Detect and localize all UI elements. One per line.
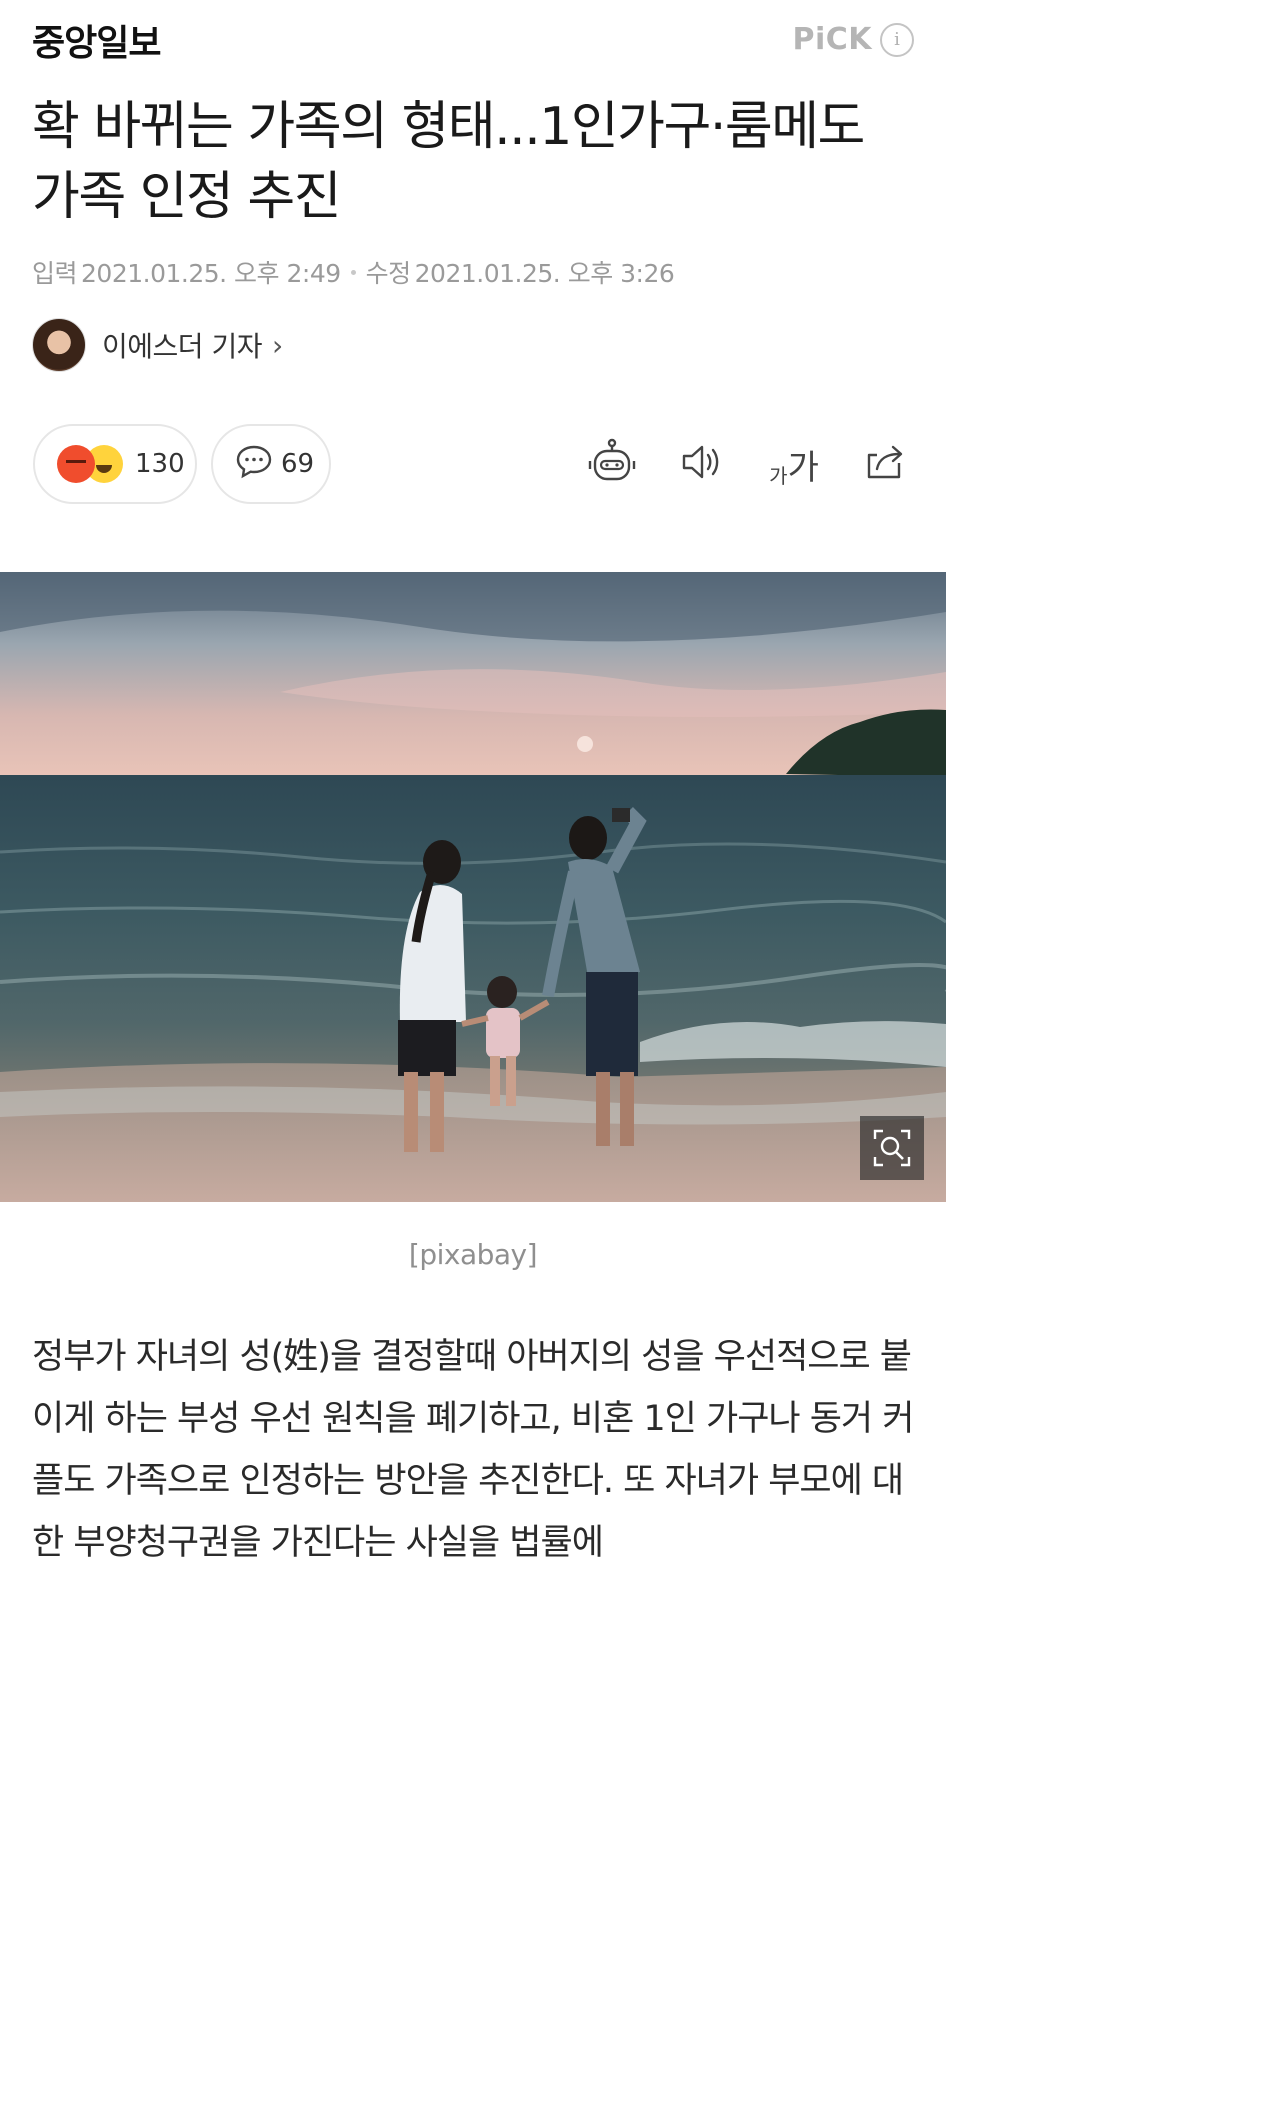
- font-small-label: 가: [769, 463, 788, 488]
- published-date: 2021.01.25. 오후 2:49: [81, 259, 341, 288]
- article-actions: 130 69 가 가: [0, 424, 946, 506]
- author-link[interactable]: 이에스더 기자 ›: [32, 318, 283, 372]
- speaker-icon: [679, 442, 725, 486]
- robot-summary-icon: [587, 437, 637, 491]
- published-label: 입력: [32, 259, 78, 288]
- reaction-emojis: [57, 445, 123, 483]
- tts-button[interactable]: [674, 436, 730, 492]
- photo-caption: [pixabay]: [408, 1238, 538, 1271]
- article-title: 확 바뀌는 가족의 형태...1인가구·룸메도 가족 인정 추진: [32, 97, 865, 227]
- info-icon[interactable]: i: [880, 22, 914, 57]
- pick-badge[interactable]: PiCK i: [792, 22, 914, 57]
- article-body: 정부가 자녀의 성(姓)을 결정할때 아버지의 성을 우선적으로 붙이게 하는 …: [32, 1337, 914, 1563]
- modified-label: 수정: [365, 259, 412, 288]
- author-name: 이에스더 기자: [102, 330, 262, 363]
- comment-bubble-icon: [235, 444, 273, 484]
- press-logo[interactable]: 중앙일보: [32, 14, 161, 66]
- reaction-button[interactable]: 130: [33, 424, 197, 504]
- article-photo[interactable]: [0, 572, 946, 1202]
- reaction-count: 130: [135, 449, 185, 479]
- angry-emoji-icon: [57, 445, 95, 483]
- chevron-right-icon: ›: [271, 328, 284, 362]
- comment-button[interactable]: 69: [211, 424, 331, 504]
- top-bar: 중앙일보 PiCK i: [0, 0, 946, 86]
- font-size-button[interactable]: 가 가: [764, 436, 824, 492]
- date-separator: [350, 269, 356, 275]
- beach-photo: [0, 572, 946, 1202]
- font-big-label: 가: [787, 447, 819, 488]
- font-size-icon: 가 가: [769, 440, 819, 489]
- comment-count: 69: [281, 449, 315, 479]
- share-button[interactable]: [858, 436, 914, 492]
- author-avatar: [32, 318, 86, 372]
- modified-date: 2021.01.25. 오후 3:26: [414, 259, 675, 288]
- article-dates: 입력 2021.01.25. 오후 2:49 수정 2021.01.25. 오후…: [32, 254, 675, 290]
- summary-button[interactable]: [584, 436, 640, 492]
- zoom-search-icon: [872, 1128, 912, 1168]
- pick-label: PiCK: [792, 22, 872, 57]
- photo-zoom-button[interactable]: [860, 1116, 924, 1180]
- share-icon: [863, 441, 909, 487]
